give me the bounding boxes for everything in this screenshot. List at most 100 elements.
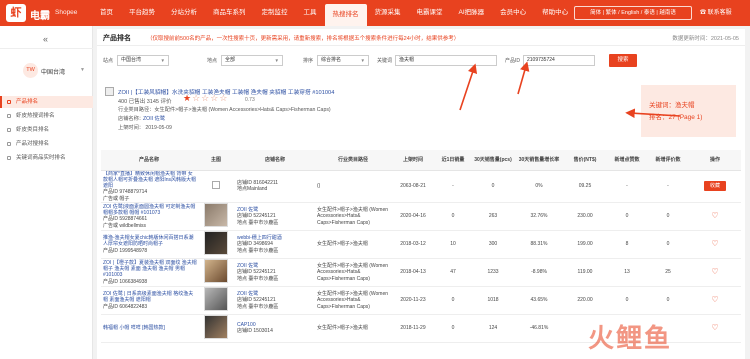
contact-support-link[interactable]: ☎ 联系客服 xyxy=(700,7,732,16)
product-thumbnail[interactable] xyxy=(204,203,228,228)
nav-site-analysis[interactable]: 分站分析 xyxy=(163,0,205,26)
category-cell: 女生配件>帽子>渔夫帽 (Women Accessories>Hats& Cap… xyxy=(315,286,391,315)
action-cell: ♡ xyxy=(689,202,741,231)
product-name-link[interactable]: 推渔-渔夫帽女夏chic韩版休闲百搭日系潮人厚帘女遮阳防晒时尚帽子 xyxy=(103,235,194,247)
rating-value: 0.73 xyxy=(245,97,255,103)
product-thumbnail[interactable] xyxy=(204,287,228,312)
area-filter-select[interactable]: 全部 ▼ xyxy=(221,55,283,66)
site-avatar: TW xyxy=(23,63,38,78)
nav-help-center[interactable]: 帮助中心 xyxy=(534,0,576,26)
shop-name-link[interactable]: ZOII 佐鹭 xyxy=(143,115,165,122)
site-selector[interactable]: 中国台湾 xyxy=(41,67,65,76)
site-filter-value: 中国台湾 xyxy=(121,57,142,63)
sidebar-item-label: 产品对搜排名 xyxy=(16,141,50,147)
watermark-logo: 火鲤鱼 xyxy=(588,323,673,353)
nav-home[interactable]: 首页 xyxy=(92,0,121,26)
nav-custom-monitor[interactable]: 定制监控 xyxy=(254,0,296,26)
shop-location: 地点 臺中市沙鹿區 xyxy=(237,247,279,254)
price-cell: 199.00 xyxy=(563,230,607,259)
col-sales-1d[interactable]: 近1日销量 xyxy=(435,150,471,171)
table-row: 【商家*直播】精致休闲帽渔夫帽 背带 女款帽人帽可折叠渔夫帽 遮阳Ins风韩版大… xyxy=(101,170,741,203)
date-cell: 2020-11-23 xyxy=(391,286,435,315)
product-cell: 【商家*直播】精致休闲帽渔夫帽 背带 女款帽人帽可折叠渔夫帽 遮阳Ins风韩版大… xyxy=(101,170,197,203)
col-product-name[interactable]: 产品名称 xyxy=(101,150,197,171)
image-cell xyxy=(197,286,235,315)
growth-cell: -46.81% xyxy=(515,314,563,343)
product-id-input[interactable]: 2109735724 xyxy=(523,55,595,66)
site-filter-select[interactable]: 中国台湾 ▼ xyxy=(117,55,169,66)
col-shop-name[interactable]: 店铺名称 xyxy=(235,150,315,171)
nav-platform-trend[interactable]: 平台趋势 xyxy=(121,0,163,26)
likes-cell: 0 xyxy=(607,202,647,231)
category-cell: 女生配件>帽子>渔夫帽 xyxy=(315,314,391,343)
category-cell: 女生配件>帽子>渔夫帽 (Women Accessories>Hats& Cap… xyxy=(315,202,391,231)
search-button[interactable]: 搜索 xyxy=(609,54,637,67)
product-thumbnail[interactable] xyxy=(204,231,228,256)
heart-icon[interactable]: ♡ xyxy=(711,323,718,332)
sidebar-item-label: 产品排名 xyxy=(16,99,39,105)
product-name-link[interactable]: 韩福帽 小帽 咩咩 [韩国热款] xyxy=(103,325,165,331)
nav-sourcing[interactable]: 货源采集 xyxy=(367,0,409,26)
nav-tools[interactable]: 工具 xyxy=(296,0,325,26)
product-card: ZOII |【工装风貂帽】水洗夹貂帽 工装渔夫帽 工装帽 渔夫帽 夹貂帽 工装穿… xyxy=(105,85,495,137)
reviews-cell: 0 xyxy=(647,286,689,315)
sort-filter-select[interactable]: 综合排名 ▼ xyxy=(317,55,369,66)
action-cell: ♡ xyxy=(689,230,741,259)
sidebar-item-product-ranking[interactable]: 产品排名 xyxy=(0,96,93,108)
language-switcher[interactable]: 简体 | 繁体 / English / 泰语 | 越南语 xyxy=(574,6,692,20)
broken-image-icon[interactable] xyxy=(212,181,220,190)
shop-id: 店铺ID 52245121 xyxy=(237,269,276,276)
product-image[interactable] xyxy=(105,87,114,96)
rating-stars: ★ ☆ ☆ ☆ ☆ xyxy=(183,94,228,103)
sidebar-item-category-ranking[interactable]: 虾皮类目排名 xyxy=(0,124,93,136)
top-navigation-bar: 虾 电霸 Shopee 首页 平台趋势 分站分析 商品车系列 定制监控 工具 热… xyxy=(0,0,750,26)
product-name-link[interactable]: ZOI 佐鹭|液面素面圆渔夫帽 可定制渔夫帽 帽帽多款帽 帽帽 #101073 xyxy=(103,204,195,216)
image-cell xyxy=(197,170,235,203)
nav-classroom[interactable]: 电霸课堂 xyxy=(409,0,451,26)
nav-product-series[interactable]: 商品车系列 xyxy=(205,0,254,26)
col-growth-30d[interactable]: 30天销售量增长率 xyxy=(515,150,563,171)
chevron-down-icon[interactable]: ▼ xyxy=(80,67,85,73)
heart-icon[interactable]: ♡ xyxy=(711,211,718,220)
reviews-cell: 25 xyxy=(647,258,689,287)
sidebar-item-label: 虾皮热搜词排名 xyxy=(16,113,55,119)
product-name-link[interactable]: 【商家*直播】精致休闲帽渔夫帽 背带 女款帽人帽可折叠渔夫帽 遮阳Ins风韩版大… xyxy=(103,171,196,190)
product-name-link[interactable]: ZOI |【橙子款】夏装渔夫帽 双面纹 渔夫帽 帽子 渔夫帽 素面 渔夫帽 渔夫… xyxy=(103,260,197,279)
chevron-down-icon: ▼ xyxy=(274,58,279,63)
star-empty-icon: ☆ xyxy=(201,93,210,103)
heart-icon[interactable]: ♡ xyxy=(711,239,718,248)
sales-30d-cell: 124 xyxy=(471,314,515,343)
col-new-likes[interactable]: 新增点赞数 xyxy=(607,150,647,171)
nav-hot-ranking[interactable]: 热搜排名 xyxy=(324,4,367,26)
headset-icon: ☎ xyxy=(700,10,708,16)
shop-cell: ZOII 佐鹭 店铺ID 52245121 地点 臺中市沙鹿區 xyxy=(235,202,315,231)
likes-cell: 13 xyxy=(607,258,647,287)
product-thumbnail[interactable] xyxy=(204,259,228,284)
shop-location: 地点 臺中市沙鹿區 xyxy=(237,275,279,282)
product-cell: 推渔-渔夫帽女夏chic韩版休闲百搭日系潮人厚帘女遮阳防晒时尚帽子 产品ID 19… xyxy=(101,230,197,259)
nav-ai-diagnosis[interactable]: AI把脉器 xyxy=(451,0,493,26)
sidebar-item-keyword-realtime[interactable]: 关键词商品实时排名 xyxy=(0,152,93,164)
shop-cell: CAP100 店铺ID 1503014 xyxy=(235,314,315,343)
heart-icon[interactable]: ♡ xyxy=(711,267,718,276)
nav-member-center[interactable]: 会员中心 xyxy=(492,0,534,26)
col-new-reviews[interactable]: 新增评价数 xyxy=(647,150,689,171)
sidebar-item-hot-keyword[interactable]: 虾皮热搜词排名 xyxy=(0,110,93,122)
product-thumbnail[interactable] xyxy=(204,315,228,340)
collect-button[interactable]: 收藏 xyxy=(704,181,726,192)
shopee-logo-icon[interactable]: 虾 xyxy=(6,4,26,22)
col-sales-30d[interactable]: 30天销售量(pcs) xyxy=(471,150,515,171)
sales-30d-cell: 1233 xyxy=(471,258,515,287)
product-name-link[interactable]: ZOI 佐鹭 | 日系高级素面渔夫帽 格纹渔夫帽 素面渔夫帽 遮阳帽 xyxy=(103,291,193,303)
image-cell xyxy=(197,202,235,231)
keyword-input[interactable]: 渔夫帽 xyxy=(395,55,497,66)
product-id: 产品ID 1999548978 xyxy=(103,247,148,254)
col-price[interactable]: 售价(NT$) xyxy=(563,150,607,171)
heart-icon[interactable]: ♡ xyxy=(711,295,718,304)
collapse-sidebar-icon[interactable]: « xyxy=(43,34,48,44)
sidebar-item-product-search-ranking[interactable]: 产品对搜排名 xyxy=(0,138,93,150)
col-listing-date[interactable]: 上架时间 xyxy=(391,150,435,171)
sales-30d-cell: 1018 xyxy=(471,286,515,315)
menu-icon xyxy=(7,100,11,104)
growth-cell: 43.65% xyxy=(515,286,563,315)
